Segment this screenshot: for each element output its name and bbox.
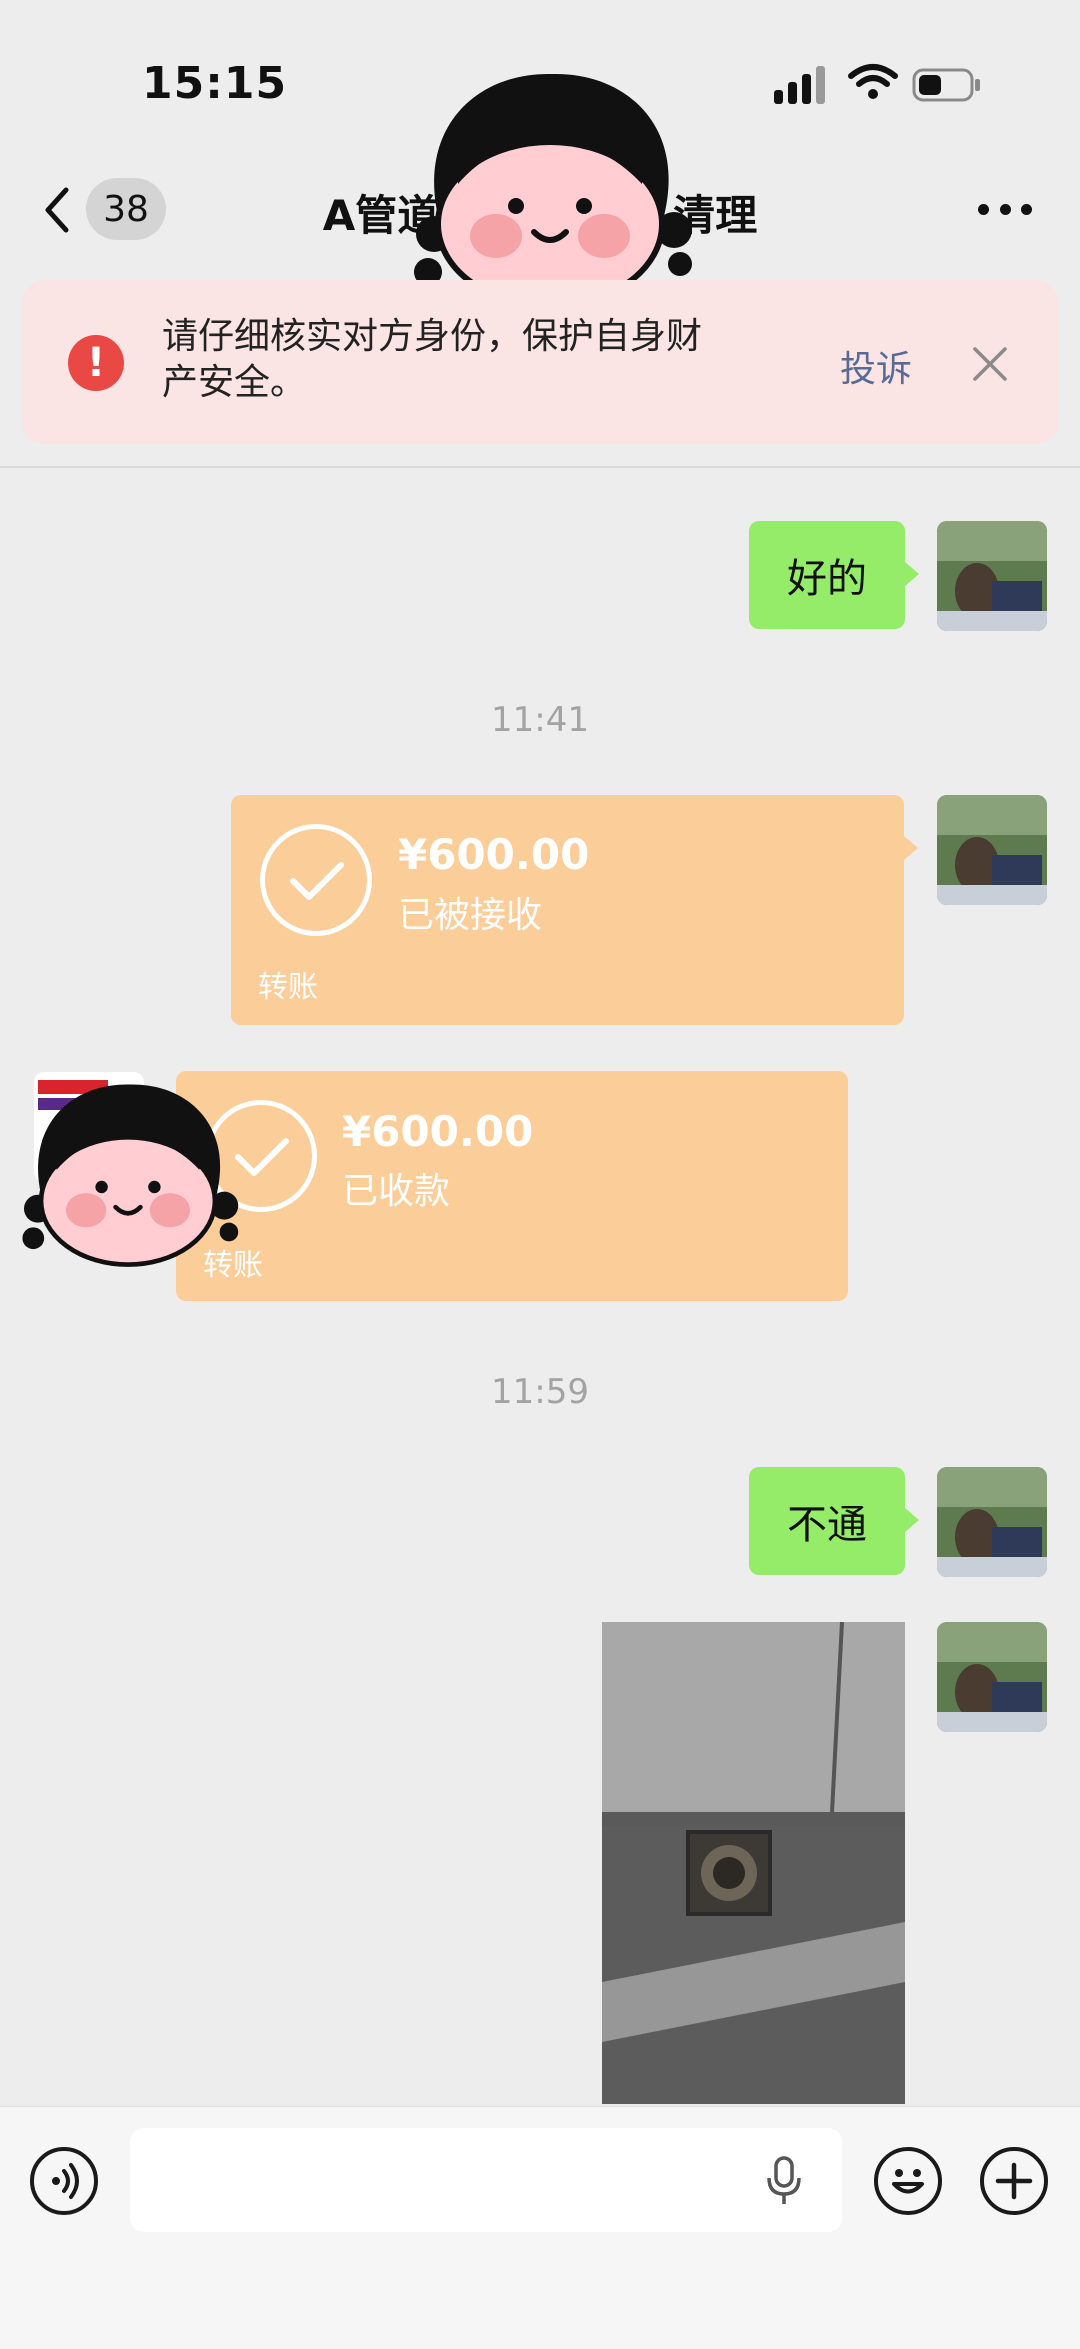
emoji-icon[interactable] [874, 2147, 942, 2215]
status-time: 15:15 [142, 58, 288, 109]
message-bubble-sent[interactable]: 不通 [749, 1467, 905, 1575]
voice-icon[interactable] [30, 2147, 98, 2215]
microphone-icon[interactable] [764, 2156, 804, 2206]
message-text: 不通 [787, 1502, 867, 1548]
check-circle-icon [260, 824, 372, 936]
image-message-floor-drain[interactable] [602, 1622, 905, 2104]
cellular-signal-icon [774, 66, 828, 104]
message-text: 好的 [787, 556, 867, 602]
close-icon[interactable] [970, 344, 1010, 384]
divider [0, 466, 1080, 468]
avatar-self[interactable] [937, 795, 1047, 905]
bubble-tail [904, 836, 918, 860]
sticker-face-top [414, 73, 692, 309]
warning-message: 请仔细核实对方身份，保护自身财产安全。 [162, 316, 703, 403]
transfer-amount: ¥600.00 [398, 830, 590, 879]
transfer-label: 转账 [258, 970, 318, 1005]
transfer-status: 已被接收 [398, 895, 543, 936]
complain-link[interactable]: 投诉 [840, 340, 912, 392]
transfer-status: 已收款 [342, 1171, 451, 1212]
avatar-self[interactable] [937, 1622, 1047, 1732]
timestamp: 11:41 [491, 700, 589, 740]
avatar-self[interactable] [937, 1467, 1047, 1577]
wifi-icon [848, 64, 898, 99]
warning-icon: ! [68, 335, 124, 391]
message-bubble-sent[interactable]: 好的 [749, 521, 905, 629]
plus-icon[interactable] [980, 2147, 1048, 2215]
bubble-tail [905, 562, 919, 586]
avatar-self[interactable] [937, 521, 1047, 631]
sticker-face-left [22, 1084, 239, 1267]
message-input[interactable] [130, 2128, 842, 2232]
more-icon[interactable] [978, 204, 1032, 218]
timestamp: 11:59 [491, 1372, 589, 1412]
transfer-amount: ¥600.00 [342, 1107, 534, 1156]
battery-icon [912, 68, 980, 102]
bubble-tail [905, 1508, 919, 1532]
